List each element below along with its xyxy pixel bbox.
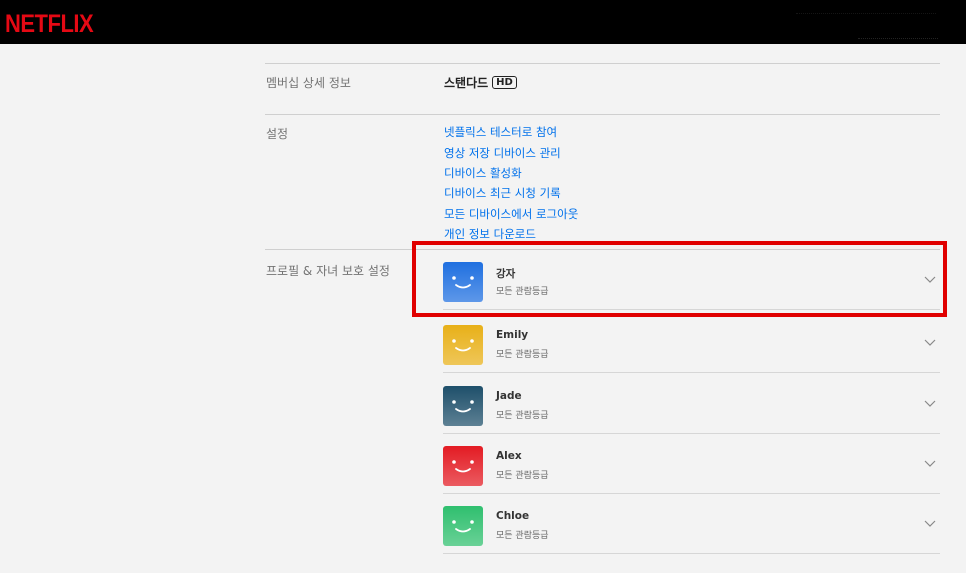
settings-link-download-personal-info[interactable]: 개인 정보 다운로드 xyxy=(444,226,536,242)
section-divider xyxy=(265,63,940,64)
settings-section-label: 설정 xyxy=(266,127,289,141)
profile-maturity-rating: 모든 관람등급 xyxy=(496,531,549,541)
chevron-down-icon[interactable] xyxy=(924,400,936,408)
profile-row[interactable]: Jade 모든 관람등급 xyxy=(443,374,940,434)
highlight-box xyxy=(412,241,947,317)
membership-section-label: 멤버십 상세 정보 xyxy=(266,76,351,90)
settings-link-activate-device[interactable]: 디바이스 활성화 xyxy=(444,165,522,181)
profile-divider xyxy=(443,553,940,554)
plan-name: 스탠다드 xyxy=(444,76,489,90)
profile-maturity-rating: 모든 관람등급 xyxy=(496,411,549,421)
profile-avatar[interactable] xyxy=(443,506,483,546)
settings-link-test-participation[interactable]: 넷플릭스 테스터로 참여 xyxy=(444,124,557,140)
header-sub-area xyxy=(858,38,938,43)
profile-divider xyxy=(443,372,940,373)
hd-badge: HD xyxy=(492,76,517,89)
profile-avatar[interactable] xyxy=(443,446,483,486)
profile-name: Emily xyxy=(496,329,529,341)
plan-info: 스탠다드 HD xyxy=(444,74,517,91)
profile-avatar[interactable] xyxy=(443,386,483,426)
profile-maturity-rating: 모든 관람등급 xyxy=(496,350,549,360)
profile-row[interactable]: Emily 모든 관람등급 xyxy=(443,313,940,373)
header-account-area xyxy=(796,13,936,20)
chevron-down-icon[interactable] xyxy=(924,460,936,468)
profile-row[interactable]: Chloe 모든 관람등급 xyxy=(443,494,940,554)
chevron-down-icon[interactable] xyxy=(924,339,936,347)
settings-link-sign-out-all[interactable]: 모든 디바이스에서 로그아웃 xyxy=(444,206,578,222)
profiles-section-label: 프로필 & 자녀 보호 설정 xyxy=(266,264,390,278)
profile-row[interactable]: Alex 모든 관람등급 xyxy=(443,434,940,494)
netflix-logo[interactable]: NETFLIX xyxy=(5,9,94,39)
profile-name: Chloe xyxy=(496,510,530,522)
profile-name: Jade xyxy=(496,390,522,402)
settings-link-recent-device-activity[interactable]: 디바이스 최근 시청 기록 xyxy=(444,185,561,201)
section-divider xyxy=(265,114,940,115)
profile-name: Alex xyxy=(496,450,522,462)
profile-maturity-rating: 모든 관람등급 xyxy=(496,471,549,481)
chevron-down-icon[interactable] xyxy=(924,520,936,528)
settings-link-download-devices[interactable]: 영상 저장 디바이스 관리 xyxy=(444,145,561,161)
top-navigation-bar: NETFLIX xyxy=(0,0,966,44)
profile-avatar[interactable] xyxy=(443,325,483,365)
